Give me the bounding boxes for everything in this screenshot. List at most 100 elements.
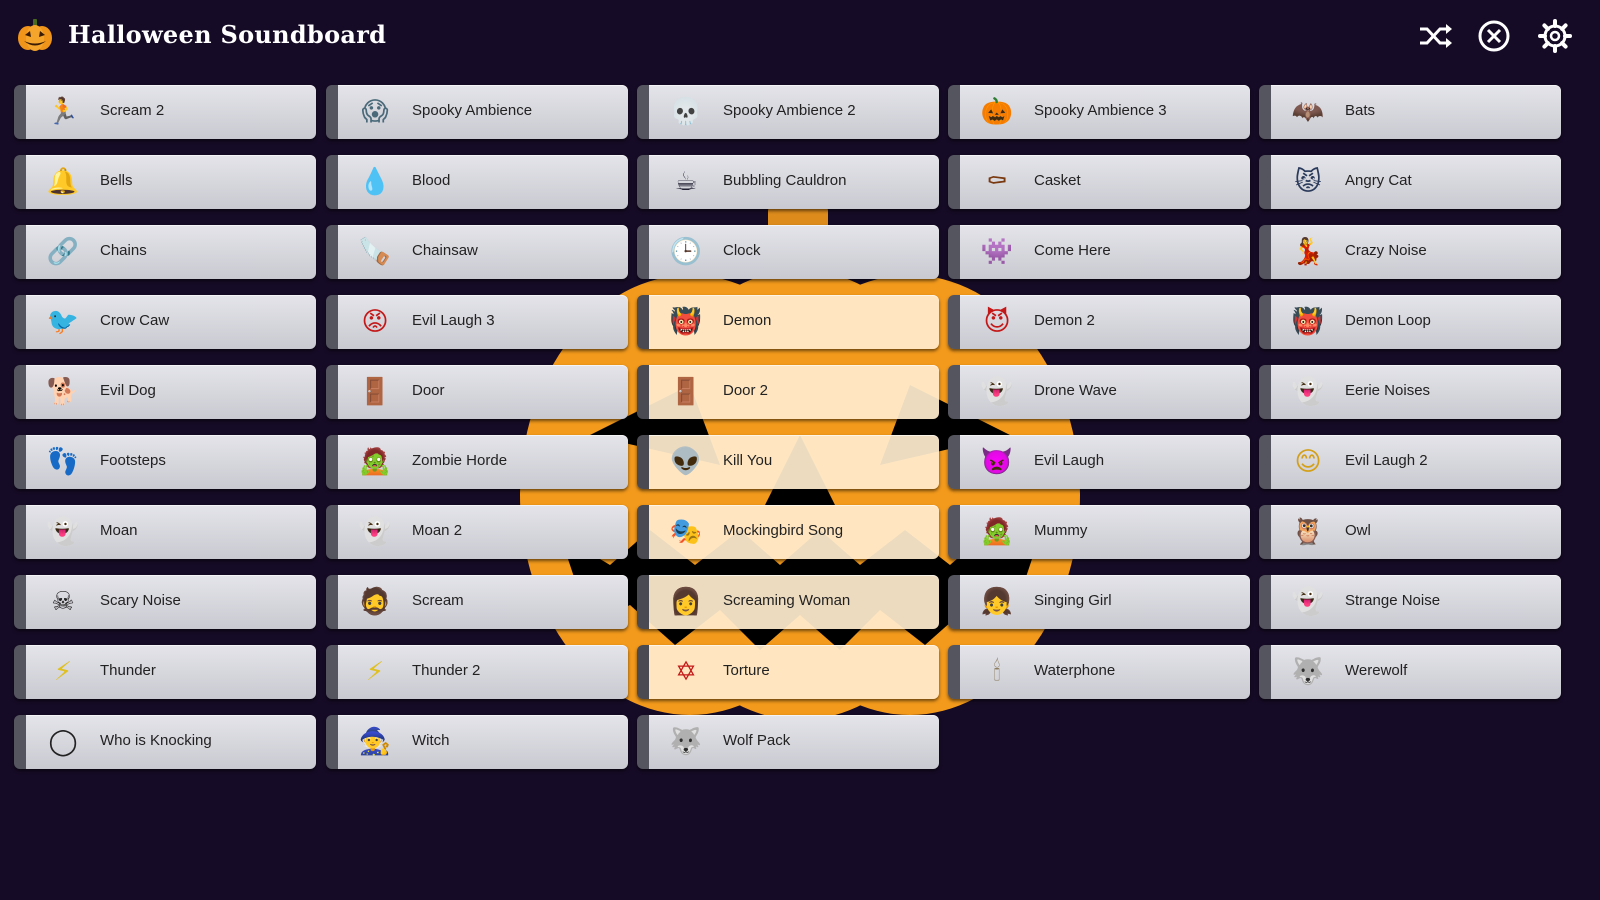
sound-label: Drone Wave xyxy=(1034,382,1117,399)
sound-label: Door 2 xyxy=(723,382,769,399)
pentagram-icon: ✡ xyxy=(675,657,697,687)
sound-label: Who is Knocking xyxy=(100,732,212,749)
sound-button-spooky-ambience[interactable]: 😱 Spooky Ambience xyxy=(326,85,628,139)
sound-button-moan-2[interactable]: 👻 Moan 2 xyxy=(326,505,628,559)
face-icon: 🧔 xyxy=(358,587,392,617)
sound-button-moan[interactable]: 👻 Moan xyxy=(14,505,316,559)
sound-button-angry-cat[interactable]: 😾 Angry Cat xyxy=(1259,155,1561,209)
sound-label: Zombie Horde xyxy=(412,452,508,469)
sound-label: Spooky Ambience 2 xyxy=(723,102,856,119)
sound-button-demon[interactable]: 👹 Demon xyxy=(637,295,939,349)
sound-button-chains[interactable]: 🔗 Chains xyxy=(14,225,316,279)
ghost-face-icon: 👻 xyxy=(46,517,80,547)
sound-button-kill-you[interactable]: 👽 Kill You xyxy=(637,435,939,489)
bell-icon: 🔔 xyxy=(46,167,80,197)
sound-label: Moan 2 xyxy=(412,522,463,539)
wolf-icon: 🐺 xyxy=(669,727,703,757)
bat-icon: 🦇 xyxy=(1291,97,1325,127)
sound-label: Demon Loop xyxy=(1345,312,1431,329)
sound-button-clock[interactable]: 🕒 Clock xyxy=(637,225,939,279)
sound-label: Waterphone xyxy=(1034,662,1116,679)
sound-button-evil-laugh-2[interactable]: 😊 Evil Laugh 2 xyxy=(1259,435,1561,489)
sound-button-waterphone[interactable]: 🕯 Waterphone xyxy=(948,645,1250,699)
sound-button-casket[interactable]: ⚰ Casket xyxy=(948,155,1250,209)
sound-button-strange-noise[interactable]: 👻 Strange Noise xyxy=(1259,575,1561,629)
cat-icon: 😾 xyxy=(1294,167,1322,197)
sound-button-witch[interactable]: 🧙 Witch xyxy=(326,715,628,769)
jack-o-lantern-icon: 🎃 xyxy=(980,97,1014,127)
monster-icon: 👾 xyxy=(980,237,1014,267)
waterphone-icon: 🕯 xyxy=(993,657,1001,687)
sound-button-come-here[interactable]: 👾 Come Here xyxy=(948,225,1250,279)
sound-button-wolf-pack[interactable]: 🐺 Wolf Pack xyxy=(637,715,939,769)
sound-label: Thunder 2 xyxy=(412,662,481,679)
sound-button-thunder[interactable]: ⚡ Thunder xyxy=(14,645,316,699)
sound-button-mockingbird-song[interactable]: 🎭 Mockingbird Song xyxy=(637,505,939,559)
open-door-icon: 🚪 xyxy=(669,377,703,407)
sound-button-chainsaw[interactable]: 🪚 Chainsaw xyxy=(326,225,628,279)
sound-button-singing-girl[interactable]: 👧 Singing Girl xyxy=(948,575,1250,629)
sound-button-demon-2[interactable]: 😈 Demon 2 xyxy=(948,295,1250,349)
running-figure-icon: 🏃 xyxy=(46,97,80,127)
sound-label: Crazy Noise xyxy=(1345,242,1427,259)
chain-icon: 🔗 xyxy=(46,237,80,267)
sound-button-scream-2[interactable]: 🏃 Scream 2 xyxy=(14,85,316,139)
sound-button-evil-laugh[interactable]: 👿 Evil Laugh xyxy=(948,435,1250,489)
sound-button-scream[interactable]: 🧔 Scream xyxy=(326,575,628,629)
demon-mask-icon: 👹 xyxy=(669,307,703,337)
sound-button-bats[interactable]: 🦇 Bats xyxy=(1259,85,1561,139)
skull-icon: ☠ xyxy=(51,587,75,617)
sound-label: Evil Laugh 3 xyxy=(412,312,495,329)
sound-label: Footsteps xyxy=(100,452,166,469)
sound-button-spooky-ambience-2[interactable]: 💀 Spooky Ambience 2 xyxy=(637,85,939,139)
ghost-icon: 👻 xyxy=(1291,587,1325,617)
devil-face-icon: 👿 xyxy=(980,447,1014,477)
sound-label: Demon 2 xyxy=(1034,312,1095,329)
sound-button-crow-caw[interactable]: 🐦 Crow Caw xyxy=(14,295,316,349)
red-skull-icon: 💀 xyxy=(669,97,703,127)
ghost-face-icon: 👻 xyxy=(358,517,392,547)
sound-button-zombie-horde[interactable]: 🧟 Zombie Horde xyxy=(326,435,628,489)
sound-button-screaming-woman[interactable]: 👩 Screaming Woman xyxy=(637,575,939,629)
sound-button-evil-dog[interactable]: 🐕 Evil Dog xyxy=(14,365,316,419)
chainsaw-icon: 🪚 xyxy=(358,237,392,267)
sound-button-footsteps[interactable]: 👣 Footsteps xyxy=(14,435,316,489)
sound-button-evil-laugh-3[interactable]: 😡 Evil Laugh 3 xyxy=(326,295,628,349)
sound-button-demon-loop[interactable]: 👹 Demon Loop xyxy=(1259,295,1561,349)
sound-button-drone-wave[interactable]: 👻 Drone Wave xyxy=(948,365,1250,419)
sound-label: Kill You xyxy=(723,452,773,469)
sound-button-torture[interactable]: ✡ Torture xyxy=(637,645,939,699)
blood-drop-icon: 💧 xyxy=(358,167,392,197)
sound-button-thunder-2[interactable]: ⚡ Thunder 2 xyxy=(326,645,628,699)
sound-label: Demon xyxy=(723,312,772,329)
ghost-icon: 👻 xyxy=(1291,377,1325,407)
door-knocker-icon: ◯ xyxy=(48,727,78,757)
sound-label: Singing Girl xyxy=(1034,592,1112,609)
sound-label: Spooky Ambience 3 xyxy=(1034,102,1167,119)
zombie-icon: 🧟 xyxy=(358,447,392,477)
sound-button-spooky-ambience-3[interactable]: 🎃 Spooky Ambience 3 xyxy=(948,85,1250,139)
sound-button-owl[interactable]: 🦉 Owl xyxy=(1259,505,1561,559)
sound-button-who-is-knocking[interactable]: ◯ Who is Knocking xyxy=(14,715,316,769)
sound-button-crazy-noise[interactable]: 💃 Crazy Noise xyxy=(1259,225,1561,279)
sound-button-door-2[interactable]: 🚪 Door 2 xyxy=(637,365,939,419)
sound-label: Angry Cat xyxy=(1345,172,1412,189)
dancing-figure-icon: 💃 xyxy=(1291,237,1325,267)
sound-label: Bubbling Cauldron xyxy=(723,172,847,189)
sound-label: Scream 2 xyxy=(100,102,165,119)
sound-button-bubbling-cauldron[interactable]: ☕ Bubbling Cauldron xyxy=(637,155,939,209)
sound-button-bells[interactable]: 🔔 Bells xyxy=(14,155,316,209)
owl-icon: 🦉 xyxy=(1291,517,1325,547)
sound-label: Thunder xyxy=(100,662,156,679)
red-face-icon: 😡 xyxy=(361,307,389,337)
sound-button-mummy[interactable]: 🧟 Mummy xyxy=(948,505,1250,559)
sound-button-blood[interactable]: 💧 Blood xyxy=(326,155,628,209)
sound-button-werewolf[interactable]: 🐺 Werewolf xyxy=(1259,645,1561,699)
sound-label: Torture xyxy=(723,662,770,679)
sound-grid: 🏃 Scream 2 🔔 Bells 🔗 Chains 🐦 Crow Caw 🐕 Evil Dog… xyxy=(0,0,1600,900)
footprint-icon: 👣 xyxy=(46,447,80,477)
sound-button-scary-noise[interactable]: ☠ Scary Noise xyxy=(14,575,316,629)
sound-button-eerie-noises[interactable]: 👻 Eerie Noises xyxy=(1259,365,1561,419)
mummy-icon: 🧟 xyxy=(980,517,1014,547)
sound-button-door[interactable]: 🚪 Door xyxy=(326,365,628,419)
